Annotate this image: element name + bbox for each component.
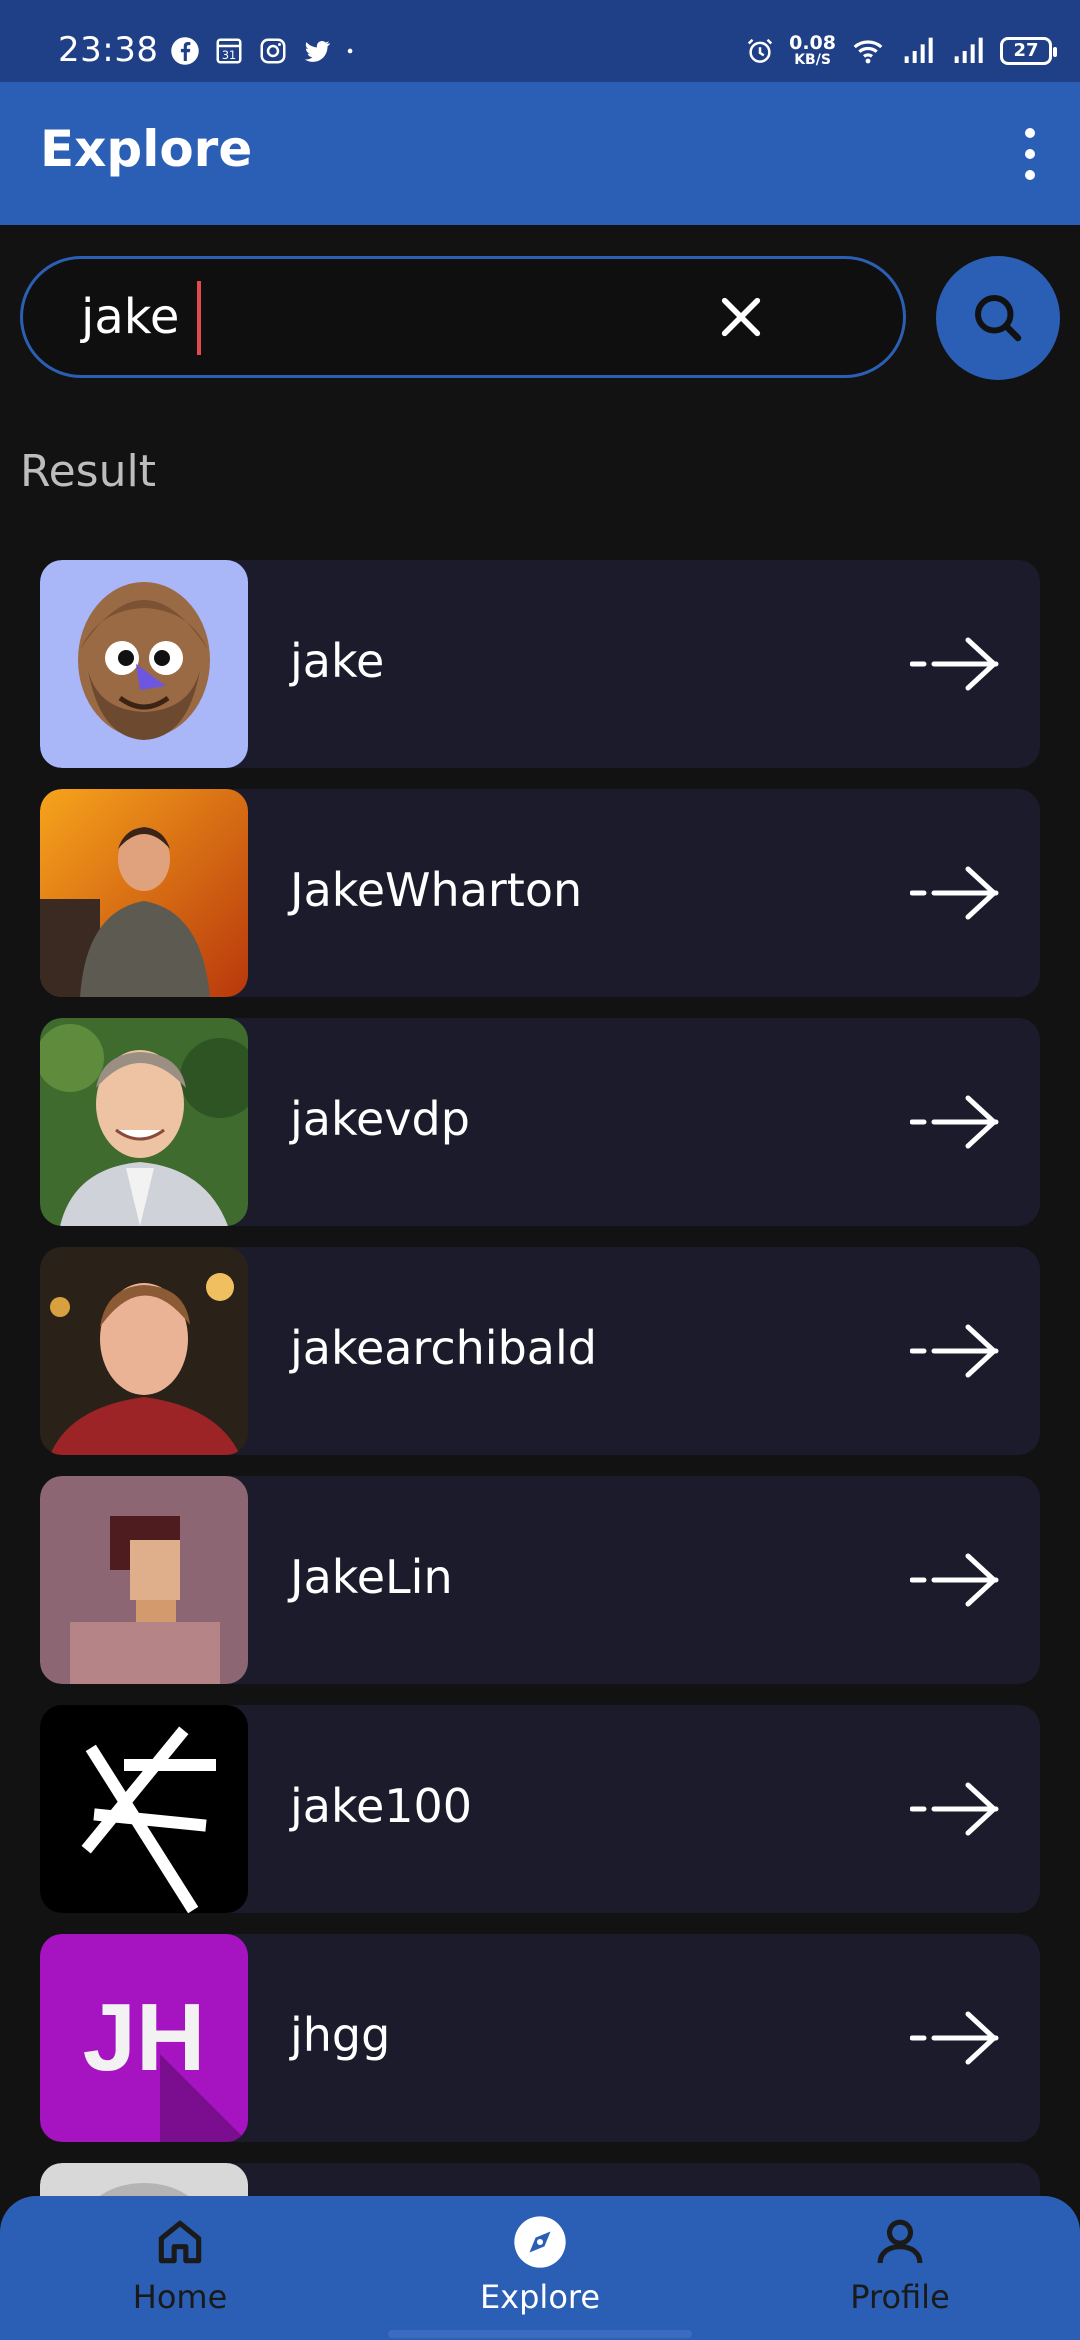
username: jhgg [290, 2008, 391, 2062]
status-bar: 23:38 31 0.08 KB/S 27 [0, 0, 1080, 82]
avatar [40, 1476, 248, 1684]
result-heading: Result [20, 446, 156, 497]
gesture-bar [388, 2330, 692, 2338]
avatar [40, 560, 248, 768]
home-icon [158, 2220, 202, 2264]
nav-profile[interactable]: Profile [780, 2214, 1020, 2316]
battery-indicator: 27 [1000, 36, 1057, 65]
avatar [40, 1018, 248, 1226]
search-input[interactable]: jake [20, 256, 906, 378]
network-speed-unit: KB/S [794, 52, 831, 68]
arrow-right-icon[interactable] [910, 1779, 1002, 1839]
wifi-icon [853, 39, 883, 63]
notification-icons: 31 [170, 36, 360, 66]
signal-icon [904, 37, 933, 63]
list-item[interactable]: jakevdp [40, 1018, 1040, 1226]
username: jakearchibald [290, 1321, 597, 1375]
avatar [40, 1705, 248, 1913]
username: JakeWharton [290, 863, 583, 917]
clear-icon[interactable] [713, 289, 769, 345]
username: jakevdp [290, 1092, 470, 1146]
status-time: 23:38 [58, 30, 159, 70]
avatar [40, 1247, 248, 1455]
network-speed: 0.08 KB/S [789, 32, 836, 68]
search-button[interactable] [936, 256, 1060, 380]
arrow-right-icon[interactable] [910, 1321, 1002, 1381]
username: jake100 [290, 1779, 473, 1833]
arrow-right-icon[interactable] [910, 1092, 1002, 1152]
text-cursor [197, 281, 201, 355]
list-item[interactable]: JH jhgg [40, 1934, 1040, 2142]
avatar-initials: JH [83, 1984, 206, 2091]
nav-profile-label: Profile [850, 2278, 950, 2316]
nav-explore-label: Explore [479, 2278, 601, 2316]
instagram-icon [260, 38, 286, 64]
person-icon [877, 2219, 923, 2264]
more-vert-icon [1025, 128, 1035, 138]
network-speed-value: 0.08 [789, 32, 836, 54]
username: JakeLin [290, 1550, 453, 1604]
bottom-navigation: Home Explore Profile [0, 2196, 1080, 2340]
system-status: 0.08 KB/S 27 [745, 32, 1057, 68]
nav-home-label: Home [132, 2278, 228, 2316]
page-title: Explore [40, 120, 253, 178]
nav-home[interactable]: Home [60, 2214, 300, 2316]
list-item[interactable]: jakearchibald [40, 1247, 1040, 1455]
list-item[interactable]: JakeWharton [40, 789, 1040, 997]
search-icon [975, 295, 1022, 342]
arrow-right-icon[interactable] [910, 863, 1002, 923]
avatar [40, 789, 248, 997]
list-item[interactable]: jake [40, 560, 1040, 768]
calendar-icon: 31 [216, 38, 242, 64]
avatar: JH [40, 1934, 248, 2142]
nav-explore[interactable]: Explore [420, 2214, 660, 2316]
search-input-value[interactable]: jake [81, 289, 179, 345]
twitter-icon [304, 40, 330, 62]
arrow-right-icon[interactable] [910, 634, 1002, 694]
arrow-right-icon[interactable] [910, 1550, 1002, 1610]
dot-icon [347, 48, 353, 54]
list-item[interactable]: JakeLin [40, 1476, 1040, 1684]
explore-icon [514, 2216, 566, 2268]
facebook-icon [171, 37, 199, 65]
overflow-menu-button[interactable] [1010, 128, 1050, 180]
alarm-icon [747, 38, 773, 63]
list-item[interactable]: jake100 [40, 1705, 1040, 1913]
arrow-right-icon[interactable] [910, 2008, 1002, 2068]
username: jake [290, 634, 385, 688]
app-bar: Explore [0, 82, 1080, 225]
signal-icon [954, 37, 983, 63]
svg-text:31: 31 [222, 49, 236, 62]
